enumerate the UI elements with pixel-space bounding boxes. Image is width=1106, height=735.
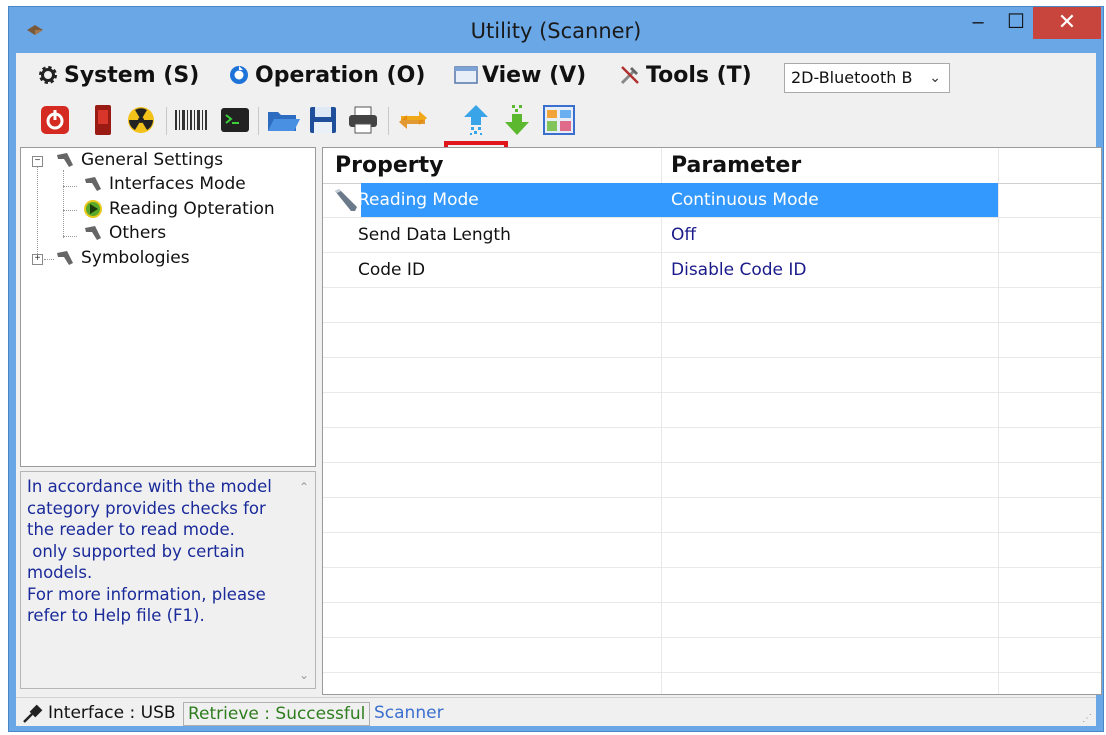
tree-line <box>63 186 77 187</box>
row-code-id-property[interactable]: Code ID <box>358 253 425 287</box>
power-icon[interactable] <box>38 103 72 137</box>
expand-icon[interactable]: + <box>32 254 43 265</box>
property-grid: Property Parameter Reading Mode Continuo… <box>322 147 1102 695</box>
menu-tools[interactable]: Tools (T) <box>618 61 752 89</box>
grid-column-divider <box>998 148 999 694</box>
help-text: In accordance with the model category pr… <box>27 477 272 625</box>
grid-column-divider <box>661 148 662 694</box>
grid-row-line <box>323 567 1101 568</box>
menu-view[interactable]: View (V) <box>454 61 586 89</box>
maximize-button[interactable]: ☐ <box>997 7 1035 39</box>
status-interface: Interface : USB <box>48 703 176 723</box>
layout-icon[interactable] <box>542 103 576 137</box>
row-reading-mode-parameter[interactable]: Continuous Mode <box>671 183 819 217</box>
close-button[interactable]: ✕ <box>1033 7 1101 39</box>
tools-icon <box>618 63 642 87</box>
grid-row-line <box>323 532 1101 533</box>
status-bar: Interface : USB Retrieve : Successful Sc… <box>16 697 1096 726</box>
row-code-id-parameter[interactable]: Disable Code ID <box>671 253 807 287</box>
tree-node-reading-operation[interactable]: Reading Opteration <box>83 199 275 219</box>
help-panel[interactable]: In accordance with the model category pr… <box>20 471 316 689</box>
toolbar-separator <box>258 107 259 135</box>
status-retrieve: Retrieve : Successful <box>183 702 371 726</box>
upload-icon[interactable] <box>459 103 493 137</box>
toolbar-separator <box>388 107 389 135</box>
collapse-icon[interactable]: − <box>32 156 43 167</box>
tree-line <box>44 259 54 260</box>
menu-view-label: View (V) <box>482 62 587 88</box>
tree-line <box>63 236 77 237</box>
sync-icon[interactable] <box>396 103 430 137</box>
grid-row-line <box>323 602 1101 603</box>
window-title: Utility (Scanner) <box>470 19 642 43</box>
scroll-up-icon[interactable]: ⌃ <box>299 480 309 494</box>
grid-row-line <box>323 497 1101 498</box>
resize-grip-icon[interactable]: ⋰ <box>1082 713 1092 724</box>
tree-node-label: Interfaces Mode <box>109 174 246 194</box>
grid-row-line <box>323 427 1101 428</box>
tree-line <box>63 210 77 211</box>
grid-row-line <box>323 287 1101 288</box>
menu-system-label: System (S) <box>64 62 200 88</box>
tree-line <box>63 170 64 238</box>
settings-tree: − General Settings Interfaces Mode Readi… <box>20 147 316 467</box>
scanner-gun-icon <box>83 224 103 242</box>
device-model-value: 2D-Bluetooth B <box>791 68 913 87</box>
row-send-data-length-parameter[interactable]: Off <box>671 218 696 252</box>
tree-node-interfaces-mode[interactable]: Interfaces Mode <box>83 174 246 194</box>
column-header-parameter[interactable]: Parameter <box>671 148 801 183</box>
refresh-circle-icon <box>227 63 251 87</box>
menu-bar: System (S) Operation (O) View (V) Tools … <box>16 53 1096 97</box>
edit-pencil-icon <box>333 189 359 218</box>
toolbar-separator <box>166 107 167 135</box>
open-folder-icon[interactable] <box>266 103 300 137</box>
terminal-icon[interactable] <box>218 103 252 137</box>
tree-node-label: Others <box>109 223 167 243</box>
window-icon <box>454 63 478 87</box>
grid-row-line <box>323 672 1101 673</box>
minimize-button[interactable]: – <box>959 7 997 39</box>
column-header-property[interactable]: Property <box>335 148 443 183</box>
tree-node-label: Symbologies <box>81 248 190 268</box>
menu-operation[interactable]: Operation (O) <box>227 61 425 89</box>
menu-tools-label: Tools (T) <box>646 62 752 88</box>
grid-row-line <box>323 462 1101 463</box>
tree-line <box>37 162 38 262</box>
usb-plug-icon <box>22 704 44 729</box>
download-icon[interactable] <box>500 103 534 137</box>
grid-row-line <box>323 357 1101 358</box>
menu-system[interactable]: System (S) <box>36 61 199 89</box>
gear-icon <box>36 63 60 87</box>
toolbar <box>16 99 1096 141</box>
tree-node-label: General Settings <box>81 150 224 170</box>
menu-operation-label: Operation (O) <box>255 62 426 88</box>
tree-node-others[interactable]: Others <box>83 223 166 243</box>
save-icon[interactable] <box>306 103 340 137</box>
tree-node-symbologies[interactable]: Symbologies <box>55 248 190 268</box>
device-model-select[interactable]: 2D-Bluetooth B ⌄ <box>784 63 950 93</box>
scanner-gun-icon <box>55 151 75 169</box>
radiation-icon[interactable] <box>124 103 158 137</box>
app-window: Utility (Scanner) – ☐ ✕ System (S) Opera… <box>8 6 1104 732</box>
row-send-data-length-property[interactable]: Send Data Length <box>358 218 511 252</box>
play-arrow-icon <box>83 199 103 219</box>
client-area: System (S) Operation (O) View (V) Tools … <box>16 53 1102 726</box>
scroll-down-icon[interactable]: ⌄ <box>299 668 309 682</box>
status-mode: Scanner <box>374 703 444 723</box>
grid-row-line <box>323 637 1101 638</box>
grid-row-line <box>323 322 1101 323</box>
tree-node-label: Reading Opteration <box>109 199 275 219</box>
print-icon[interactable] <box>346 103 380 137</box>
title-bar[interactable]: Utility (Scanner) – ☐ ✕ <box>9 7 1103 53</box>
chevron-down-icon: ⌄ <box>929 70 941 86</box>
device-icon[interactable] <box>86 103 120 137</box>
row-reading-mode-property[interactable]: Reading Mode <box>358 183 479 217</box>
tree-node-general-settings[interactable]: General Settings <box>55 150 223 170</box>
grid-row-line <box>323 392 1101 393</box>
barcode-icon[interactable] <box>174 103 208 137</box>
scanner-gun-icon <box>55 249 75 267</box>
scanner-gun-icon <box>83 175 103 193</box>
